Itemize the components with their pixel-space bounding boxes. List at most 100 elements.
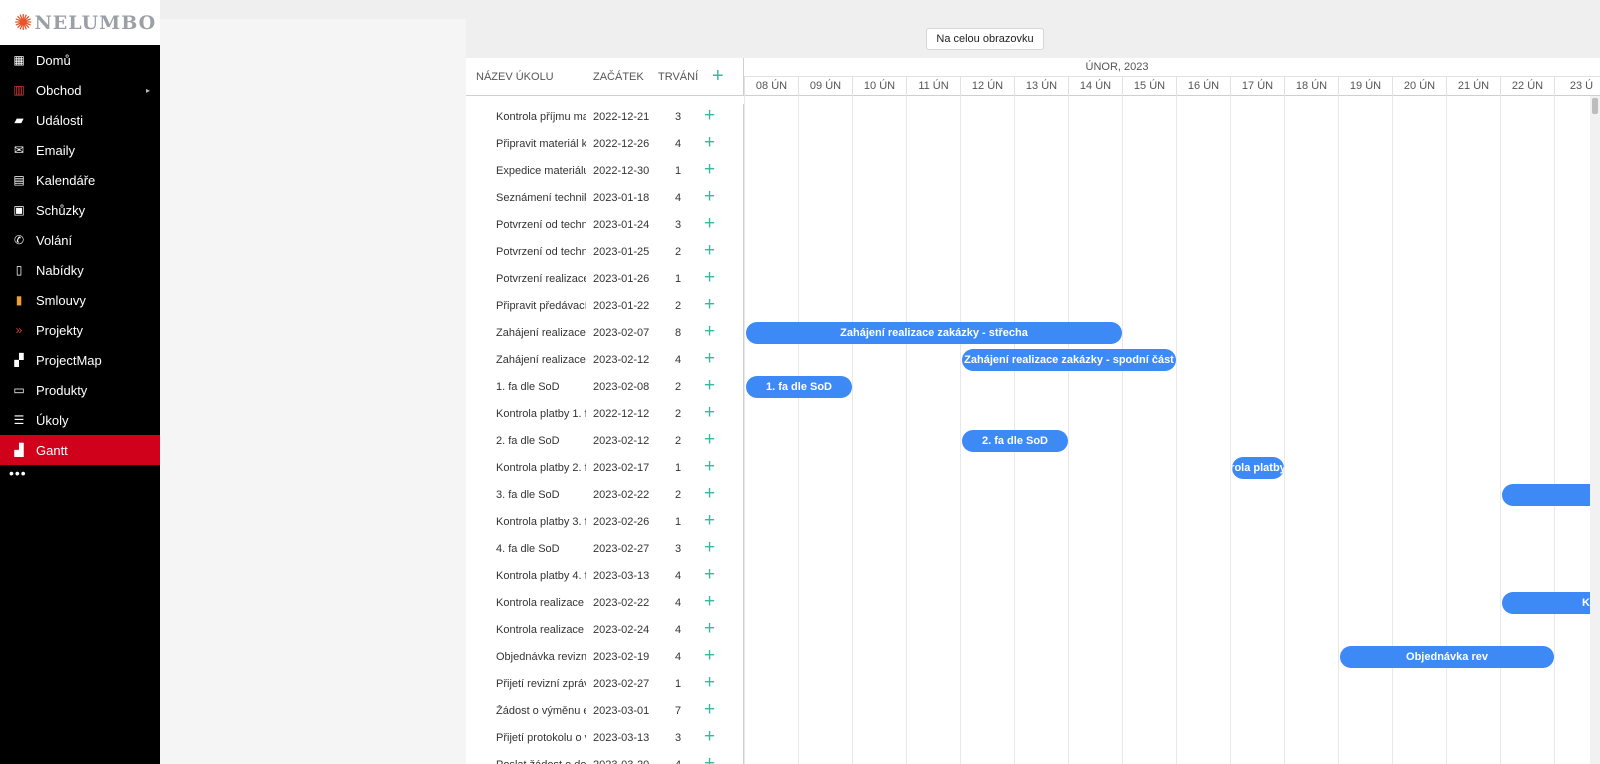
column-header-name[interactable]: Název úkolu bbox=[476, 71, 554, 83]
scale-day: 18 ÚN bbox=[1284, 77, 1338, 96]
add-subtask-button[interactable]: + bbox=[704, 241, 715, 261]
add-subtask-button[interactable]: + bbox=[704, 106, 715, 126]
task-row[interactable]: Kontrola platby 3. f 2023-02-26 1 + bbox=[466, 509, 743, 536]
task-bar[interactable]: K bbox=[1502, 592, 1590, 614]
task-row[interactable]: Přijetí revizní zpráv 2023-02-27 1 + bbox=[466, 671, 743, 698]
task-start: 2023-01-22 bbox=[593, 300, 650, 312]
task-row[interactable]: 2. fa dle SoD 2023-02-12 2 + bbox=[466, 428, 743, 455]
task-row[interactable]: Potvrzení od techni 2023-01-25 2 + bbox=[466, 239, 743, 266]
add-subtask-button[interactable]: + bbox=[704, 133, 715, 153]
scale-day: 11 ÚN bbox=[906, 77, 960, 96]
add-subtask-button[interactable]: + bbox=[704, 160, 715, 180]
task-row[interactable]: Kontrola platby 1. f 2022-12-12 2 + bbox=[466, 401, 743, 428]
sidebar-item-smlouvy[interactable]: ▮ Smlouvy bbox=[0, 285, 160, 315]
task-name: Kontrola platby 1. f bbox=[496, 408, 586, 420]
grid-line bbox=[1338, 96, 1339, 764]
add-subtask-button[interactable]: + bbox=[704, 187, 715, 207]
sidebar-item-úkoly[interactable]: ☰ Úkoly bbox=[0, 405, 160, 435]
task-bar[interactable]: 2. fa dle SoD bbox=[962, 430, 1068, 452]
add-subtask-button[interactable]: + bbox=[704, 565, 715, 585]
add-subtask-button[interactable]: + bbox=[704, 673, 715, 693]
add-subtask-button[interactable]: + bbox=[704, 484, 715, 504]
more-icon[interactable]: ••• bbox=[0, 465, 160, 493]
task-row[interactable]: Žádost o výměnu e 2023-03-01 7 + bbox=[466, 698, 743, 725]
list-icon: ☰ bbox=[13, 413, 25, 427]
add-subtask-button[interactable]: + bbox=[704, 430, 715, 450]
add-subtask-button[interactable]: + bbox=[704, 646, 715, 666]
task-row[interactable]: Potvrzení realizace 2023-01-26 1 + bbox=[466, 266, 743, 293]
add-subtask-button[interactable]: + bbox=[704, 754, 715, 764]
add-subtask-button[interactable]: + bbox=[704, 457, 715, 477]
task-row[interactable]: Kontrola platby 2. f 2023-02-17 1 + bbox=[466, 455, 743, 482]
task-start: 2022-12-26 bbox=[593, 138, 650, 150]
add-subtask-button[interactable]: + bbox=[704, 538, 715, 558]
fullscreen-button[interactable]: Na celou obrazovku bbox=[926, 27, 1044, 50]
gantt-chart: Na celou obrazovku Název úkolu Začátek T… bbox=[466, 19, 1600, 764]
task-duration: 2 bbox=[674, 489, 682, 501]
task-name: Kontrola platby 4. f bbox=[496, 570, 586, 582]
task-row[interactable]: Kontrola realizace - 2023-02-22 4 + bbox=[466, 590, 743, 617]
task-bar[interactable]: Kontrola platby 2. fa bbox=[1232, 457, 1284, 479]
task-duration: 4 bbox=[674, 570, 682, 582]
add-subtask-button[interactable]: + bbox=[704, 727, 715, 747]
task-row[interactable]: Připravit předávací 2023-01-22 2 + bbox=[466, 293, 743, 320]
add-subtask-button[interactable]: + bbox=[704, 376, 715, 396]
timeline-scale: ÚNOR, 2023 08 ÚN 09 ÚN 10 ÚN 11 ÚN 12 ÚN 13 Ú… bbox=[744, 58, 1600, 96]
task-row[interactable]: Kontrola příjmu ma 2022-12-21 3 + bbox=[466, 104, 743, 131]
task-name: Poslat žádost o do bbox=[496, 759, 586, 764]
sidebar-item-kalendáře[interactable]: ▤ Kalendáře bbox=[0, 165, 160, 195]
task-bar[interactable]: Objednávka rev bbox=[1340, 646, 1554, 668]
sidebar-item-produkty[interactable]: ▭ Produkty bbox=[0, 375, 160, 405]
task-row[interactable]: Potvrzení od techni 2023-01-24 3 + bbox=[466, 212, 743, 239]
task-row[interactable]: Expedice materiálu 2022-12-30 1 + bbox=[466, 158, 743, 185]
column-header-start[interactable]: Začátek bbox=[593, 71, 644, 83]
vertical-scrollbar[interactable] bbox=[1590, 96, 1600, 764]
add-subtask-button[interactable]: + bbox=[704, 349, 715, 369]
task-row[interactable]: Přijetí protokolu o v 2023-03-13 3 + bbox=[466, 725, 743, 752]
add-subtask-button[interactable]: + bbox=[704, 403, 715, 423]
scroll-thumb[interactable] bbox=[1592, 98, 1598, 114]
task-bar[interactable] bbox=[1502, 484, 1590, 506]
add-subtask-button[interactable]: + bbox=[704, 268, 715, 288]
task-row[interactable]: Zahájení realizace : 2023-02-12 4 + bbox=[466, 347, 743, 374]
task-row[interactable]: Kontrola realizace - 2023-02-24 4 + bbox=[466, 617, 743, 644]
sidebar-item-schůzky[interactable]: ▣ Schůzky bbox=[0, 195, 160, 225]
scale-day: 14 ÚN bbox=[1068, 77, 1122, 96]
task-name: Potvrzení od techni bbox=[496, 246, 586, 258]
sidebar-item-emaily[interactable]: ✉ Emaily bbox=[0, 135, 160, 165]
add-subtask-button[interactable]: + bbox=[704, 295, 715, 315]
logo[interactable]: ✺ NELUMBO bbox=[0, 0, 160, 45]
task-bar[interactable]: 1. fa dle SoD bbox=[746, 376, 852, 398]
sidebar-item-volání[interactable]: ✆ Volání bbox=[0, 225, 160, 255]
task-row[interactable]: 4. fa dle SoD 2023-02-27 3 + bbox=[466, 536, 743, 563]
add-subtask-button[interactable]: + bbox=[704, 592, 715, 612]
sidebar-item-domů[interactable]: ▦ Domů bbox=[0, 45, 160, 75]
task-row[interactable]: 3. fa dle SoD 2023-02-22 2 + bbox=[466, 482, 743, 509]
add-subtask-button[interactable]: + bbox=[704, 322, 715, 342]
add-subtask-button[interactable]: + bbox=[704, 511, 715, 531]
task-row[interactable]: Připravit materiál k 2022-12-26 4 + bbox=[466, 131, 743, 158]
sidebar-item-události[interactable]: ▰ Události bbox=[0, 105, 160, 135]
task-bar[interactable]: Zahájení realizace zakázky - spodní část bbox=[962, 349, 1176, 371]
task-start: 2023-02-27 bbox=[593, 543, 650, 555]
add-task-header-button[interactable]: + bbox=[712, 65, 724, 88]
add-subtask-button[interactable]: + bbox=[704, 700, 715, 720]
sidebar-item-label: Projekty bbox=[36, 322, 83, 338]
add-subtask-button[interactable]: + bbox=[704, 214, 715, 234]
task-row[interactable]: Objednávka revizní 2023-02-19 4 + bbox=[466, 644, 743, 671]
column-header-duration[interactable]: Trvání bbox=[658, 71, 698, 83]
scale-day: 21 ÚN bbox=[1446, 77, 1500, 96]
task-row[interactable]: 1. fa dle SoD 2023-02-08 2 + bbox=[466, 374, 743, 401]
task-row[interactable]: Kontrola platby 4. f 2023-03-13 4 + bbox=[466, 563, 743, 590]
task-row[interactable]: Seznámení technik 2023-01-18 4 + bbox=[466, 185, 743, 212]
task-row[interactable]: Zahájení realizace : 2023-02-07 8 + bbox=[466, 320, 743, 347]
task-bar[interactable]: Zahájení realizace zakázky - střecha bbox=[746, 322, 1122, 344]
sidebar-item-projekty[interactable]: » Projekty bbox=[0, 315, 160, 345]
sidebar-item-projectmap[interactable]: ▞ ProjectMap bbox=[0, 345, 160, 375]
add-subtask-button[interactable]: + bbox=[704, 619, 715, 639]
sidebar-item-gantt[interactable]: ▟ Gantt bbox=[0, 435, 160, 465]
task-name: Přijetí revizní zpráv bbox=[496, 678, 586, 690]
sidebar-item-nabídky[interactable]: ▯ Nabídky bbox=[0, 255, 160, 285]
task-row[interactable]: Poslat žádost o do 2023-03-204 + bbox=[466, 752, 743, 764]
sidebar-item-obchod[interactable]: ▥ Obchod ▸ bbox=[0, 75, 160, 105]
